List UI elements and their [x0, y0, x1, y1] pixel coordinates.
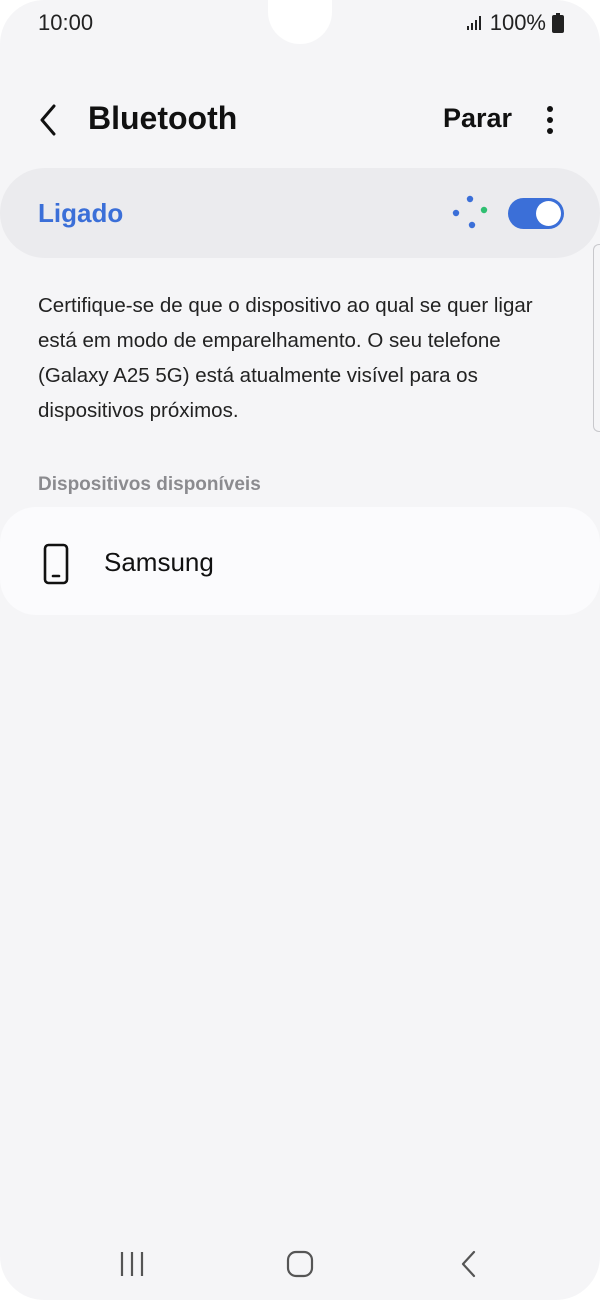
status-indicators: 100% — [466, 10, 564, 36]
device-name: Samsung — [104, 547, 214, 577]
list-item[interactable]: Samsung — [0, 507, 600, 615]
home-icon[interactable] — [286, 1250, 314, 1278]
scanning-indicator-icon — [452, 195, 488, 229]
signal-icon — [466, 16, 481, 30]
battery-icon — [552, 13, 564, 33]
edge-panel-handle[interactable] — [593, 244, 600, 432]
toggle-state-label: Ligado — [38, 198, 124, 228]
back-icon[interactable] — [458, 1248, 480, 1280]
phone-screen: 10:00 100% Bluetooth Parar Ligado Certif… — [0, 0, 600, 1300]
status-time: 10:00 — [38, 10, 94, 35]
available-devices-list: Samsung — [0, 507, 600, 615]
recent-apps-icon[interactable] — [117, 1248, 147, 1280]
switch-knob — [536, 201, 561, 226]
smartphone-icon — [43, 543, 69, 585]
more-options-icon[interactable] — [538, 104, 562, 136]
battery-percentage: 100% — [489, 10, 546, 35]
page-title: Bluetooth — [88, 100, 238, 136]
app-header: Bluetooth Parar — [0, 90, 600, 150]
available-devices-header: Dispositivos disponíveis — [38, 474, 261, 495]
status-bar: 10:00 100% — [0, 0, 600, 46]
stop-scan-button[interactable]: Parar — [443, 103, 512, 134]
back-arrow-icon[interactable] — [32, 100, 66, 140]
navigation-bar — [0, 1238, 600, 1290]
pairing-description: Certifique-se de que o dispositivo ao qu… — [38, 294, 533, 422]
bluetooth-switch[interactable] — [508, 198, 564, 229]
